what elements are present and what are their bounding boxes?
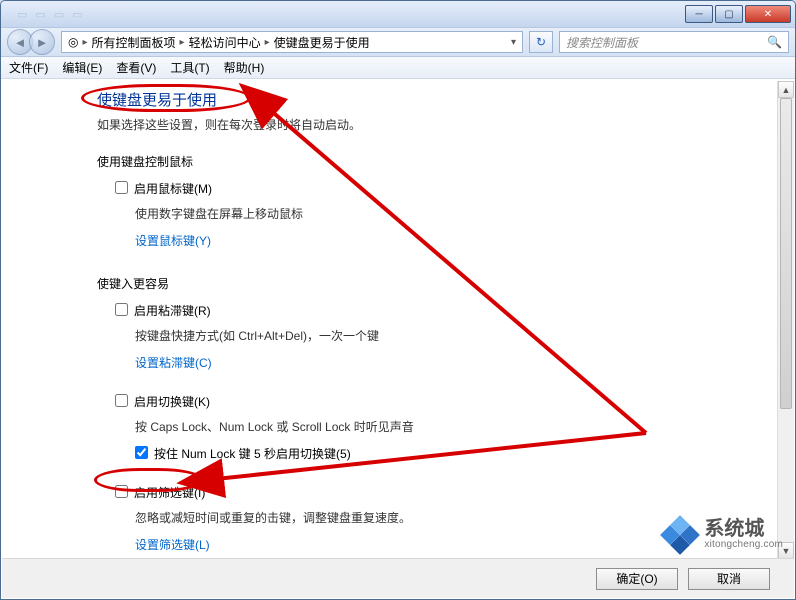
sticky-keys-checkbox[interactable] [115, 303, 128, 316]
toggle-keys-label: 启用切换键(K) [134, 393, 210, 410]
mouse-keys-checkbox[interactable] [115, 181, 128, 194]
sticky-keys-settings-link[interactable]: 设置粘滞键(C) [135, 354, 212, 371]
toggle-keys-desc: 按 Caps Lock、Num Lock 或 Scroll Lock 时听见声音 [135, 418, 750, 435]
hold-numlock-checkbox[interactable] [135, 446, 148, 459]
breadcrumb-dropdown-icon[interactable]: ▾ [511, 37, 516, 48]
sticky-keys-checkbox-row[interactable]: 启用粘滞键(R) [115, 302, 750, 319]
section-input-title: 使键入更容易 [97, 275, 750, 292]
sticky-keys-label: 启用粘滞键(R) [134, 302, 211, 319]
titlebar-ghost: ▭▭▭▭ [5, 8, 683, 21]
mouse-keys-label: 启用鼠标键(M) [134, 180, 212, 197]
page-subtitle: 如果选择这些设置，则在每次登录时将自动启动。 [97, 116, 750, 133]
nav-buttons: ◄ ► [7, 29, 55, 55]
vertical-scrollbar[interactable]: ▲ ▼ [777, 81, 794, 559]
watermark-brand: 系统城 [704, 519, 783, 540]
content-scroll: 使键盘更易于使用 如果选择这些设置，则在每次登录时将自动启动。 使用键盘控制鼠标… [2, 81, 776, 559]
menu-edit[interactable]: 编辑(E) [62, 59, 102, 76]
breadcrumb-seg2[interactable]: 轻松访问中心 [189, 34, 261, 51]
watermark-logo [662, 517, 698, 553]
hold-numlock-checkbox-row[interactable]: 按住 Num Lock 键 5 秒启用切换键(5) [135, 445, 750, 462]
section-mouse-title: 使用键盘控制鼠标 [97, 153, 750, 170]
menu-bar: 文件(F) 编辑(E) 查看(V) 工具(T) 帮助(H) [1, 57, 795, 79]
breadcrumb-seg3[interactable]: 使键盘更易于使用 [274, 34, 370, 51]
menu-tools[interactable]: 工具(T) [170, 59, 209, 76]
titlebar: ▭▭▭▭ ─ ▢ ✕ [1, 1, 795, 27]
filter-keys-settings-link[interactable]: 设置筛选键(L) [135, 536, 210, 553]
filter-keys-checkbox[interactable] [115, 485, 128, 498]
filter-keys-desc: 忽略或减短时间或重复的击键，调整键盘重复速度。 [135, 509, 750, 526]
hold-numlock-label: 按住 Num Lock 键 5 秒启用切换键(5) [154, 445, 351, 462]
address-bar: ◄ ► ◎ ▸ 所有控制面板项 ▸ 轻松访问中心 ▸ 使键盘更易于使用 ▾ ↻ … [1, 27, 795, 57]
mouse-keys-checkbox-row[interactable]: 启用鼠标键(M) [115, 180, 750, 197]
search-placeholder: 搜索控制面板 [566, 34, 638, 51]
scrollbar-track[interactable] [778, 98, 794, 542]
menu-help[interactable]: 帮助(H) [224, 59, 265, 76]
scrollbar-thumb[interactable] [780, 98, 792, 409]
close-button[interactable]: ✕ [745, 5, 791, 23]
menu-file[interactable]: 文件(F) [9, 59, 48, 76]
filter-keys-checkbox-row[interactable]: 启用筛选键(I) [115, 484, 750, 501]
toggle-keys-checkbox[interactable] [115, 394, 128, 407]
maximize-button[interactable]: ▢ [715, 5, 743, 23]
button-bar: 确定(O) 取消 [2, 558, 794, 598]
breadcrumb-home-icon: ◎ [68, 35, 78, 49]
window-frame: ▭▭▭▭ ─ ▢ ✕ ◄ ► ◎ ▸ 所有控制面板项 ▸ 轻松访问中心 ▸ 使键… [0, 0, 796, 600]
search-icon[interactable]: 🔍 [767, 35, 782, 49]
sticky-keys-desc: 按键盘快捷方式(如 Ctrl+Alt+Del)，一次一个键 [135, 327, 750, 344]
breadcrumb-sep: ▸ [180, 37, 185, 48]
mouse-keys-desc: 使用数字键盘在屏幕上移动鼠标 [135, 205, 750, 222]
breadcrumb-sep: ▸ [265, 37, 270, 48]
toggle-keys-checkbox-row[interactable]: 启用切换键(K) [115, 393, 750, 410]
minimize-button[interactable]: ─ [685, 5, 713, 23]
page-title: 使键盘更易于使用 [97, 89, 750, 110]
ok-button[interactable]: 确定(O) [596, 568, 678, 590]
scrollbar-up-arrow[interactable]: ▲ [778, 81, 794, 98]
watermark: 系统城 xitongcheng.com [662, 517, 783, 553]
search-box[interactable]: 搜索控制面板 🔍 [559, 31, 789, 53]
breadcrumb-sep: ▸ [82, 37, 87, 48]
menu-view[interactable]: 查看(V) [116, 59, 156, 76]
breadcrumb[interactable]: ◎ ▸ 所有控制面板项 ▸ 轻松访问中心 ▸ 使键盘更易于使用 ▾ [61, 31, 523, 53]
breadcrumb-seg1[interactable]: 所有控制面板项 [92, 34, 176, 51]
filter-keys-label: 启用筛选键(I) [134, 484, 205, 501]
watermark-url: xitongcheng.com [704, 540, 783, 551]
refresh-button[interactable]: ↻ [529, 31, 553, 53]
mouse-keys-settings-link[interactable]: 设置鼠标键(Y) [135, 232, 211, 249]
content-area: 使键盘更易于使用 如果选择这些设置，则在每次登录时将自动启动。 使用键盘控制鼠标… [2, 81, 794, 559]
cancel-button[interactable]: 取消 [688, 568, 770, 590]
forward-button[interactable]: ► [29, 29, 55, 55]
